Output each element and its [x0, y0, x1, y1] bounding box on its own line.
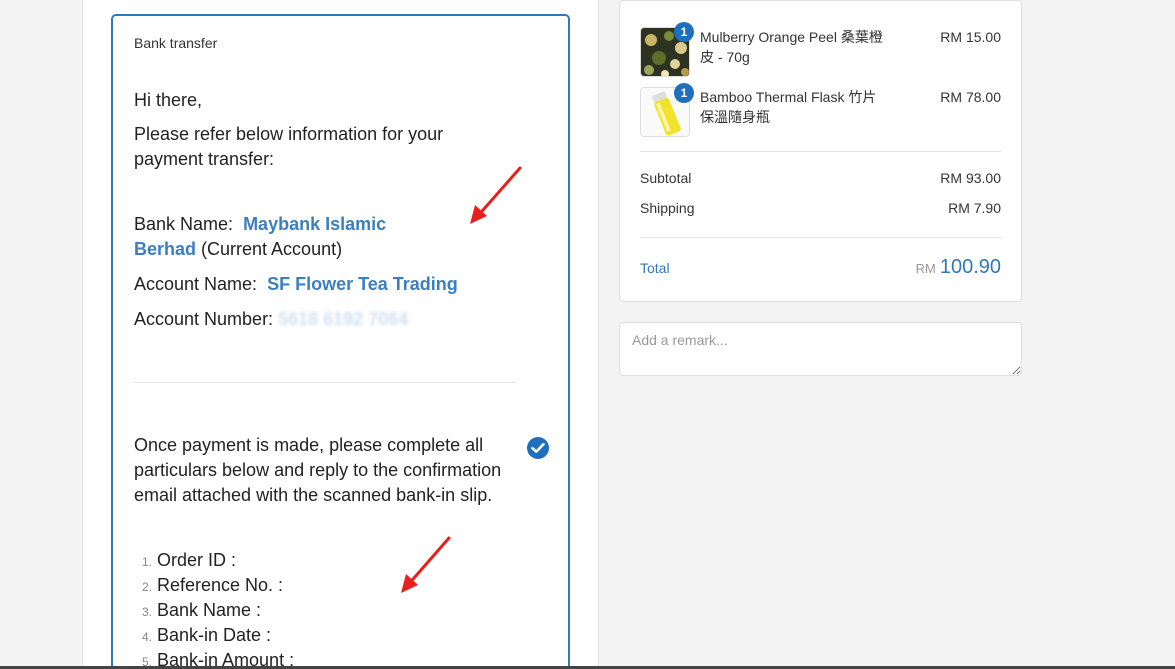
summary-divider [640, 151, 1001, 152]
subtotal-label: Subtotal [640, 170, 692, 186]
account-number-row: Account Number: 5618 6192 7064 [134, 307, 408, 332]
bank-name-note: (Current Account) [201, 239, 343, 259]
list-item: 2. Reference No. : [141, 575, 284, 595]
quantity-badge: 1 [674, 22, 694, 42]
account-name-value: SF Flower Tea Trading [267, 274, 458, 294]
product-name: Bamboo Thermal Flask 竹片 保溫隨身瓶 [700, 89, 877, 125]
section-divider [134, 382, 517, 383]
account-number-value: 5618 6192 7064 [278, 309, 409, 329]
total-value: RM 100.90 [916, 256, 1001, 279]
account-name-label: Account Name: [134, 274, 258, 294]
remark-input[interactable] [619, 322, 1022, 376]
account-number-label: Account Number: [134, 309, 274, 329]
check-circle-icon [527, 437, 549, 459]
bank-name-label: Bank Name: [134, 214, 234, 234]
summary-divider [640, 237, 1001, 238]
product-price: RM 78.00 [940, 89, 1001, 105]
total-amount: 100.90 [939, 256, 1001, 278]
quantity-badge: 1 [674, 83, 694, 103]
shipping-label: Shipping [640, 200, 695, 216]
shipping-value: RM 7.90 [948, 200, 1001, 216]
list-item: 1. Order ID : [141, 550, 237, 570]
bank-name-row: Bank Name: Maybank Islamic Berhad (Curre… [134, 212, 404, 262]
payment-method-title: Bank transfer [134, 35, 218, 51]
product-name: Mulberry Orange Peel 桑葉橙皮 - 70g [700, 29, 883, 65]
annotation-arrow [470, 166, 522, 224]
annotation-arrow [401, 536, 451, 593]
total-label: Total [640, 260, 670, 276]
instructions-text: Once payment is made, please complete al… [134, 435, 502, 505]
order-summary: 1 Mulberry Orange Peel 桑葉橙皮 - 70g RM 15.… [619, 0, 1022, 302]
list-item: 3. Bank Name : [141, 600, 262, 620]
total-currency: RM [915, 261, 936, 276]
subtotal-value: RM 93.00 [940, 170, 1001, 186]
product-price: RM 15.00 [940, 29, 1001, 45]
bank-transfer-card: Bank transfer Hi there, Please refer bel… [111, 14, 570, 669]
particulars-list: 1. Order ID : 2. Reference No. : 3. Bank Na… [134, 548, 294, 669]
list-item: 4. Bank-in Date : [141, 625, 272, 645]
account-name-row: Account Name: SF Flower Tea Trading [134, 272, 458, 297]
intro-text: Please refer below information for your … [134, 124, 444, 169]
greeting: Hi there, [134, 90, 203, 110]
